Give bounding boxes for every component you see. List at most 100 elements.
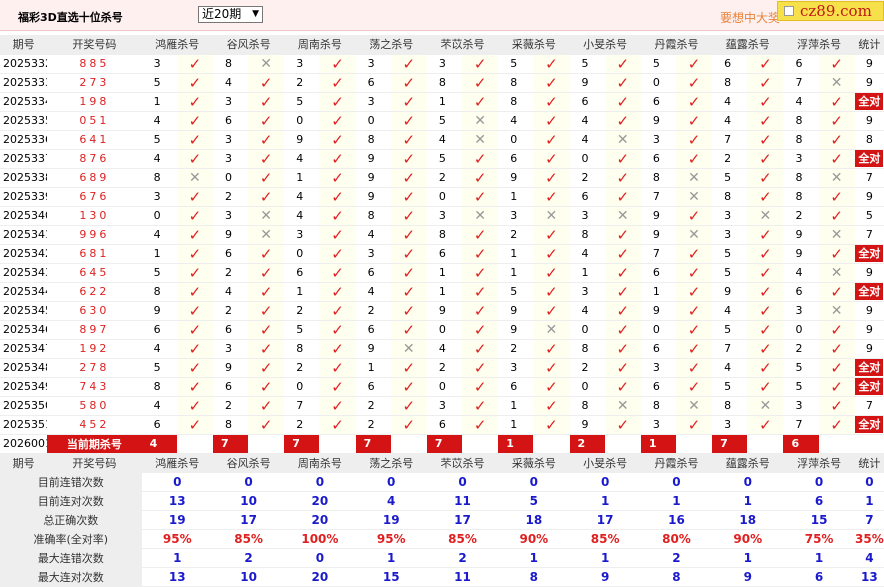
table-row: 2025349 743 8 ✓ 6 ✓ 0 ✓ 6 ✓ 0 ✓ 6 ✓ 0 ✓ 6 ✓ 5 ✓ 5 ✓ 全对: [0, 377, 884, 397]
check-icon: ✓: [402, 225, 416, 244]
result-mark: ✓: [176, 339, 213, 359]
correct-count: 7: [865, 228, 873, 241]
correct-count: 9: [865, 114, 873, 127]
check-icon: ✓: [259, 415, 273, 434]
check-icon: ✓: [402, 415, 416, 434]
check-icon: ✓: [331, 377, 344, 396]
summary-value: 6: [783, 491, 855, 511]
result-mark: ✓: [248, 244, 285, 264]
summary-value: 100%: [284, 529, 356, 549]
kill-number: 0: [212, 168, 249, 188]
check-icon: ✓: [830, 92, 843, 111]
issue-number: 2025338: [0, 168, 48, 188]
check-icon: ✓: [759, 187, 772, 206]
check-icon: ✓: [331, 282, 344, 301]
check-icon: ✓: [545, 377, 558, 396]
kill-number: 4: [141, 111, 177, 131]
kill-number: 6: [212, 111, 249, 131]
check-icon: ✓: [259, 377, 273, 396]
summary-label: 最大连错次数: [0, 548, 142, 568]
kill-number: 8: [640, 168, 676, 188]
check-icon: ✓: [331, 320, 344, 339]
result-mark: ✕: [818, 73, 855, 93]
result-mark: ✓: [818, 320, 855, 340]
kill-number: 0: [355, 111, 391, 131]
summary-value: 1: [569, 548, 641, 568]
summary-value: 2: [212, 548, 285, 568]
summary-label: 目前连对次数: [0, 491, 142, 511]
period-select[interactable]: 近20期 ▼: [198, 6, 263, 23]
current-blank-cell: [390, 434, 427, 454]
result-mark: ✓: [675, 130, 713, 150]
kill-number: 6: [141, 415, 177, 435]
check-icon: ✓: [402, 149, 416, 168]
page-title: 福彩3D直选十位杀号: [18, 11, 123, 24]
check-icon: ✓: [545, 54, 558, 73]
result-mark: ✓: [176, 415, 213, 435]
result-mark: ✓: [248, 282, 285, 302]
slogan-text: 要想中大奖: [720, 11, 781, 25]
result-mark: ✓: [176, 358, 213, 378]
check-icon: ✓: [616, 92, 630, 111]
current-blank-cell: [176, 434, 213, 454]
check-icon: ✓: [259, 187, 273, 206]
column-header-issue: 期号: [0, 453, 48, 473]
check-icon: ✓: [331, 244, 344, 263]
result-mark: ✓: [818, 358, 855, 378]
cross-icon: ✕: [402, 340, 415, 357]
current-blank-cell: [248, 434, 285, 454]
check-icon: ✓: [759, 282, 772, 301]
check-icon: ✓: [331, 73, 344, 92]
result-mark: ✓: [390, 377, 427, 397]
result-mark: ✓: [675, 358, 713, 378]
kill-number: 8: [569, 396, 605, 416]
kill-number: 9: [640, 301, 676, 321]
kill-number: 5: [783, 358, 819, 378]
kill-number: 3: [212, 149, 249, 169]
cross-icon: ✕: [188, 169, 201, 186]
summary-value: 0: [569, 472, 641, 492]
site-logo[interactable]: cz89.com: [777, 1, 884, 21]
summary-value: 20: [284, 567, 356, 587]
kill-number: 2: [569, 358, 605, 378]
column-header-expert: 蕴露杀号: [712, 35, 784, 55]
kill-number: 6: [569, 92, 605, 112]
check-icon: ✓: [687, 111, 701, 130]
result-mark: ✓: [248, 415, 285, 435]
kill-number: 8: [498, 92, 534, 112]
summary-value: 1: [569, 491, 641, 511]
result-mark: ✓: [604, 377, 641, 397]
cross-icon: ✕: [616, 397, 629, 414]
result-mark: ✓: [248, 377, 285, 397]
result-mark: ✓: [747, 168, 784, 188]
kill-number: 9: [355, 149, 391, 169]
kill-number: 2: [426, 358, 463, 378]
check-icon: ✓: [259, 339, 273, 358]
summary-value: 9: [569, 567, 641, 587]
all-correct-badge: 全对: [855, 245, 884, 262]
kill-number: 6: [355, 73, 391, 93]
kill-number: 2: [284, 301, 320, 321]
kill-number: 9: [284, 130, 320, 150]
kill-number: 6: [426, 415, 463, 435]
result-mark: ✓: [390, 54, 427, 74]
cross-icon: ✕: [474, 112, 486, 129]
kill-number: 9: [783, 244, 819, 264]
result-mark: ✓: [319, 54, 356, 74]
kill-number: 0: [569, 377, 605, 397]
result-mark: ✓: [818, 92, 855, 112]
result-mark: ✓: [319, 415, 356, 435]
kill-number: 9: [640, 111, 676, 131]
result-mark: ✓: [747, 301, 784, 321]
kill-number: 6: [640, 149, 676, 169]
result-mark: ✓: [462, 187, 499, 207]
draw-number: 689: [47, 168, 142, 188]
summary-value: 17: [426, 510, 499, 530]
issue-number: 2025345: [0, 301, 48, 321]
kill-number: 5: [640, 54, 676, 74]
result-mark: ✓: [818, 282, 855, 302]
row-stat: 9: [854, 320, 884, 340]
summary-value: 4: [355, 491, 427, 511]
result-mark: ✓: [533, 263, 570, 283]
column-header-expert: 芣苡杀号: [426, 35, 499, 55]
